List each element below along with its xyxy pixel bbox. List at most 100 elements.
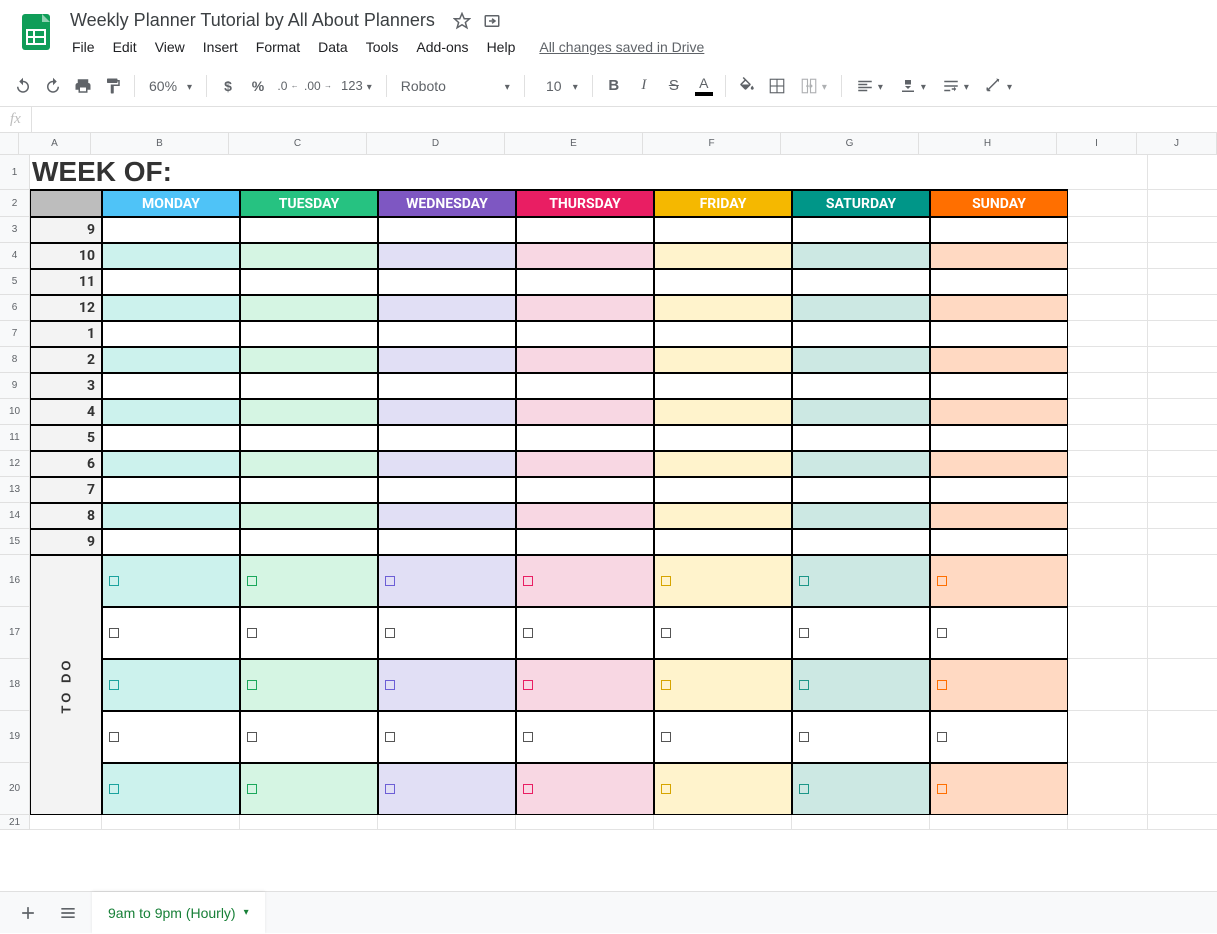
cell[interactable] (1148, 555, 1217, 607)
plan-cell[interactable] (240, 295, 378, 321)
plan-cell[interactable] (792, 243, 930, 269)
plan-cell[interactable] (378, 451, 516, 477)
plan-cell[interactable] (378, 347, 516, 373)
column-header[interactable]: F (643, 133, 781, 155)
text-color-button[interactable]: A (689, 72, 719, 100)
cell[interactable] (1068, 295, 1148, 321)
cell[interactable] (654, 815, 792, 830)
plan-cell[interactable] (516, 347, 654, 373)
corner-header[interactable] (30, 190, 102, 217)
add-sheet-button[interactable] (12, 897, 44, 929)
plan-cell[interactable] (240, 217, 378, 243)
plan-cell[interactable] (792, 451, 930, 477)
plan-cell[interactable] (240, 269, 378, 295)
todo-checkbox[interactable] (102, 711, 240, 763)
column-header[interactable]: D (367, 133, 505, 155)
menu-insert[interactable]: Insert (195, 35, 246, 59)
day-header-saturday[interactable]: SATURDAY (792, 190, 930, 217)
formula-input[interactable] (31, 107, 1217, 132)
cell[interactable] (1068, 607, 1148, 659)
plan-cell[interactable] (792, 373, 930, 399)
cell[interactable] (1148, 190, 1217, 217)
plan-cell[interactable] (516, 451, 654, 477)
todo-checkbox[interactable] (102, 659, 240, 711)
print-button[interactable] (68, 72, 98, 100)
menu-help[interactable]: Help (479, 35, 524, 59)
plan-cell[interactable] (240, 373, 378, 399)
plan-cell[interactable] (792, 321, 930, 347)
cell[interactable] (1148, 347, 1217, 373)
percent-button[interactable]: % (243, 72, 273, 100)
plan-cell[interactable] (654, 503, 792, 529)
plan-cell[interactable] (792, 477, 930, 503)
column-header[interactable]: J (1137, 133, 1217, 155)
plan-cell[interactable] (792, 503, 930, 529)
plan-cell[interactable] (102, 529, 240, 555)
todo-checkbox[interactable] (240, 607, 378, 659)
row-header[interactable]: 17 (0, 607, 30, 659)
plan-cell[interactable] (102, 477, 240, 503)
row-header[interactable]: 4 (0, 243, 30, 269)
todo-checkbox[interactable] (930, 555, 1068, 607)
plan-cell[interactable] (516, 425, 654, 451)
column-header[interactable]: E (505, 133, 643, 155)
menu-tools[interactable]: Tools (358, 35, 407, 59)
todo-label[interactable]: TO DO (30, 555, 102, 815)
plan-cell[interactable] (102, 295, 240, 321)
cell[interactable] (1148, 659, 1217, 711)
cell[interactable] (1148, 269, 1217, 295)
plan-cell[interactable] (378, 321, 516, 347)
hour-label[interactable]: 2 (30, 347, 102, 373)
font-size-dropdown[interactable]: 10 (531, 72, 586, 100)
plan-cell[interactable] (516, 243, 654, 269)
plan-cell[interactable] (654, 529, 792, 555)
cell[interactable] (1068, 155, 1148, 190)
cell[interactable] (1148, 529, 1217, 555)
plan-cell[interactable] (930, 321, 1068, 347)
menu-addons[interactable]: Add-ons (408, 35, 476, 59)
sheet-tab-active[interactable]: 9am to 9pm (Hourly) ▾ (92, 892, 265, 934)
row-header[interactable]: 3 (0, 217, 30, 243)
cell[interactable] (102, 815, 240, 830)
cell[interactable] (1148, 321, 1217, 347)
todo-checkbox[interactable] (654, 763, 792, 815)
plan-cell[interactable] (930, 269, 1068, 295)
plan-cell[interactable] (654, 217, 792, 243)
cell[interactable] (1068, 269, 1148, 295)
plan-cell[interactable] (516, 269, 654, 295)
plan-cell[interactable] (378, 529, 516, 555)
row-header[interactable]: 13 (0, 477, 30, 503)
todo-checkbox[interactable] (516, 555, 654, 607)
plan-cell[interactable] (378, 503, 516, 529)
plan-cell[interactable] (102, 503, 240, 529)
cell[interactable] (1068, 659, 1148, 711)
cell[interactable] (1148, 155, 1217, 190)
currency-button[interactable]: $ (213, 72, 243, 100)
cell[interactable] (1148, 503, 1217, 529)
todo-checkbox[interactable] (102, 607, 240, 659)
todo-checkbox[interactable] (240, 763, 378, 815)
cell[interactable] (1068, 321, 1148, 347)
week-of-title[interactable]: WEEK OF: (30, 155, 1068, 190)
plan-cell[interactable] (930, 399, 1068, 425)
row-header[interactable]: 21 (0, 815, 30, 830)
todo-checkbox[interactable] (654, 555, 792, 607)
hour-label[interactable]: 7 (30, 477, 102, 503)
select-all-corner[interactable] (0, 133, 19, 155)
paint-format-button[interactable] (98, 72, 128, 100)
plan-cell[interactable] (930, 295, 1068, 321)
row-header[interactable]: 12 (0, 451, 30, 477)
plan-cell[interactable] (102, 451, 240, 477)
todo-checkbox[interactable] (792, 555, 930, 607)
undo-button[interactable] (8, 72, 38, 100)
plan-cell[interactable] (516, 477, 654, 503)
plan-cell[interactable] (516, 373, 654, 399)
wrap-button[interactable] (934, 72, 977, 100)
fill-color-button[interactable] (732, 72, 762, 100)
todo-checkbox[interactable] (792, 711, 930, 763)
hour-label[interactable]: 10 (30, 243, 102, 269)
document-title[interactable]: Weekly Planner Tutorial by All About Pla… (64, 8, 441, 33)
todo-checkbox[interactable] (930, 711, 1068, 763)
hour-label[interactable]: 11 (30, 269, 102, 295)
hour-label[interactable]: 9 (30, 217, 102, 243)
